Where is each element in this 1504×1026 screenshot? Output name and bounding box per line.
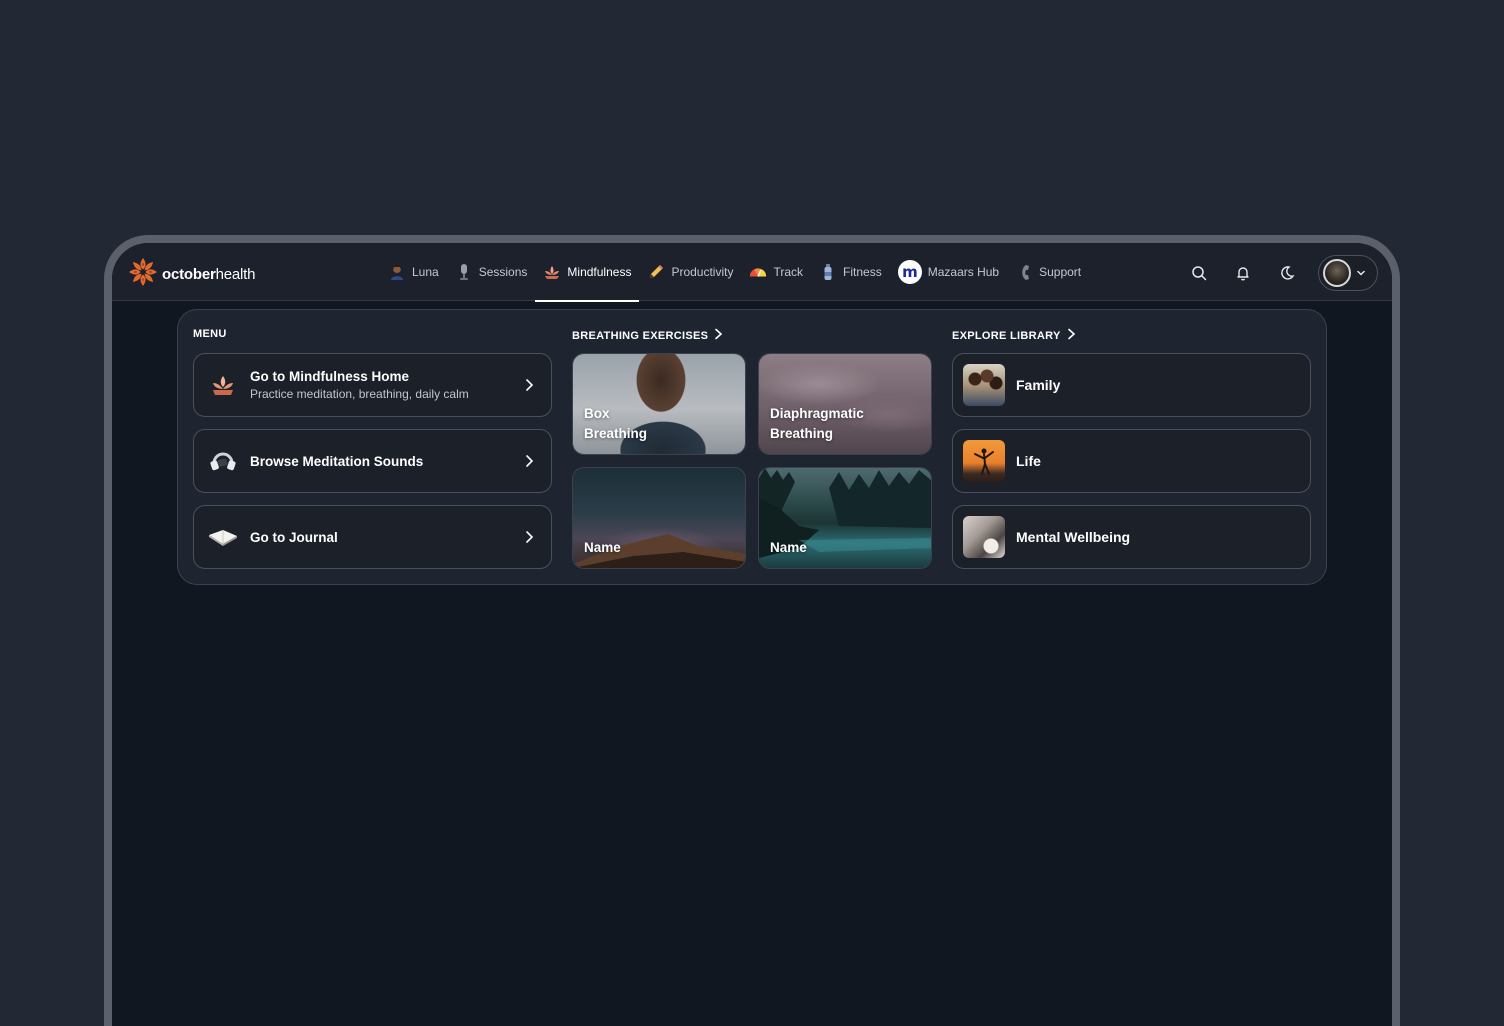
nav-label: Luna [412,265,439,279]
chevron-down-icon [1355,264,1367,283]
brand-name: octoberhealth [162,265,256,283]
menu-card-title: Go to Mindfulness Home [250,369,410,384]
svg-text:m: m [902,263,918,281]
menu-card-subtitle: Practice meditation, breathing, daily ca… [250,387,469,401]
breathing-tile-3[interactable]: Name [572,467,746,569]
library-item-label: Family [1016,377,1061,393]
nav-item-mindfulness[interactable]: Mindfulness [535,243,640,302]
search-icon [1191,265,1207,285]
top-navigation-bar: octoberhealth Luna Sessions Mindfulness [112,243,1392,302]
library-item-life[interactable]: Life [952,429,1311,493]
library-item-label: Mental Wellbeing [1016,529,1131,545]
main-nav: Luna Sessions Mindfulness Productivity T… [380,243,1089,302]
nav-item-track[interactable]: Track [741,243,811,301]
breathing-exercises-link[interactable]: BREATHING EXERCISES [572,328,723,343]
person-avatar-icon [388,263,406,281]
mindfulness-home-link[interactable]: Go to Mindfulness Home Practice meditati… [193,353,552,417]
bell-icon [1235,265,1251,285]
brand-logo[interactable]: octoberhealth [128,257,255,291]
microphone-icon [455,263,473,281]
moon-icon [1279,265,1295,285]
nav-label: Productivity [671,265,734,279]
nav-label: Fitness [843,265,882,279]
life-thumbnail [963,440,1005,482]
headphones-icon [208,446,238,476]
mazaars-logo-icon: m [897,260,922,284]
lotus-icon [543,263,561,281]
search-button[interactable] [1186,262,1212,288]
chevron-right-icon [714,328,723,343]
notifications-button[interactable] [1230,262,1256,288]
mental-wellbeing-thumbnail [963,516,1005,558]
nav-label: Support [1039,265,1082,279]
nav-label: Mazaars Hub [927,265,1000,279]
meditation-sounds-link[interactable]: Browse Meditation Sounds [193,429,552,493]
breathing-title-text: BREATHING EXERCISES [572,329,709,342]
library-title-text: EXPLORE LIBRARY [952,329,1061,342]
menu-title-text: MENU [193,328,227,340]
chevron-right-icon [521,529,537,545]
journal-link[interactable]: Go to Journal [193,505,552,569]
gauge-icon [749,263,767,281]
chevron-right-icon [521,377,537,393]
nav-item-mazaars-hub[interactable]: m Mazaars Hub [890,243,1007,301]
menu-card-text: Go to Mindfulness Home Practice meditati… [250,369,521,401]
menu-card-title: Browse Meditation Sounds [250,453,424,469]
user-avatar [1323,259,1351,287]
nav-item-productivity[interactable]: Productivity [639,243,741,301]
nav-item-luna[interactable]: Luna [380,243,447,301]
library-item-mental-wellbeing[interactable]: Mental Wellbeing [952,505,1311,569]
nav-label: Sessions [478,265,528,279]
chevron-right-icon [1067,328,1076,343]
menu-card-title: Go to Journal [250,529,338,545]
nav-item-fitness[interactable]: Fitness [811,243,890,301]
nav-item-support[interactable]: Support [1007,243,1089,301]
account-menu-button[interactable] [1318,255,1378,291]
breathing-tile-diaphragmatic[interactable]: Diaphragmatic Breathing [758,353,932,455]
tile-label: Box Breathing [584,406,648,441]
tile-label: Diaphragmatic Breathing [770,406,864,441]
nav-label: Mindfulness [567,265,632,279]
lotus-icon [208,370,238,400]
mindfulness-dropdown-panel: MENU Go to Mindfulness Home Practice med… [177,309,1327,585]
header-actions [1186,255,1378,291]
breathing-tile-4[interactable]: Name [758,467,932,569]
chevron-right-icon [521,453,537,469]
tile-label: Name [584,540,621,555]
tile-label: Name [770,540,807,555]
menu-card-text: Browse Meditation Sounds [250,454,521,469]
family-thumbnail [963,364,1005,406]
theme-toggle-button[interactable] [1274,262,1300,288]
breathing-tile-box[interactable]: Box Breathing [572,353,746,455]
app-window: octoberhealth Luna Sessions Mindfulness [104,235,1400,1026]
water-bottle-icon [819,263,837,281]
sunburst-logo-icon [128,257,158,291]
menu-card-text: Go to Journal [250,530,521,545]
nav-item-sessions[interactable]: Sessions [447,243,536,301]
pencil-icon [647,263,665,281]
menu-section-title: MENU [193,328,227,340]
nav-label: Track [773,265,804,279]
library-item-family[interactable]: Family [952,353,1311,417]
library-item-label: Life [1016,453,1041,469]
phone-handset-icon [1015,263,1033,281]
explore-library-link[interactable]: EXPLORE LIBRARY [952,328,1076,343]
open-book-icon [208,522,238,552]
